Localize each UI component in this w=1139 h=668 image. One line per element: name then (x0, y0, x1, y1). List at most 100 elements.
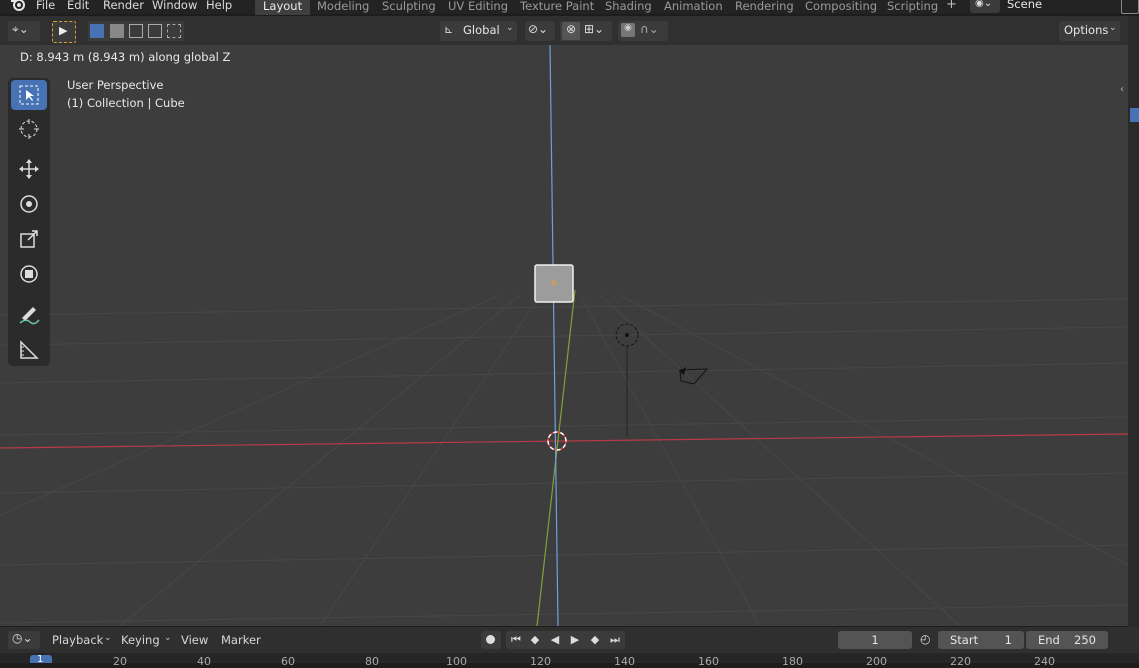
chevron-down-icon: ⌄ (164, 633, 172, 643)
sidebar-toggle-icon[interactable]: ‹ (1120, 84, 1124, 95)
ruler-tick: 220 (950, 655, 971, 668)
floor-grid (0, 294, 1128, 626)
play-icon[interactable]: ▶ (567, 632, 583, 648)
chevron-down-icon: ⌄ (506, 23, 514, 33)
cursor-icon (19, 119, 39, 139)
selection-mode-group (88, 21, 184, 41)
viewport-scene (0, 45, 1128, 626)
tab-layout[interactable]: Layout (255, 0, 311, 15)
jump-to-keyframe-prev-icon[interactable]: ◆ (527, 632, 543, 648)
marker-menu[interactable]: Marker (221, 633, 261, 647)
stopwatch-icon[interactable]: ◴ (920, 632, 930, 646)
select-intersect-icon[interactable] (167, 24, 181, 38)
tab-animation[interactable]: Animation (656, 0, 731, 15)
transform-icon (20, 265, 38, 283)
rotate-icon (20, 195, 38, 213)
menu-edit[interactable]: Edit (67, 0, 89, 13)
select-new-icon[interactable] (90, 24, 104, 38)
ruler-tick: 80 (365, 655, 379, 668)
tab-texture-paint[interactable]: Texture Paint (512, 0, 602, 15)
proportional-edit-icon[interactable]: ◉ (621, 23, 635, 37)
playhead-frame: 1 (37, 654, 44, 665)
menu-file[interactable]: File (36, 0, 55, 13)
scene-selector-button[interactable]: ◉⌄ (970, 0, 1000, 13)
scale-icon (20, 230, 38, 248)
properties-tab-active[interactable] (1130, 108, 1139, 122)
play-reverse-icon[interactable]: ◀ (547, 632, 563, 648)
tab-modeling[interactable]: Modeling (309, 0, 377, 15)
keying-menu[interactable]: Keying (121, 633, 160, 647)
tool-annotate[interactable] (11, 300, 47, 330)
tab-sculpting[interactable]: Sculpting (374, 0, 444, 15)
tab-rendering[interactable]: Rendering (727, 0, 802, 15)
snap-toggle-icon[interactable]: ⊗ (562, 22, 580, 40)
jump-to-end-icon[interactable]: ⏭ (607, 632, 623, 648)
scene-icon: ◉⌄ (975, 0, 993, 9)
timeline-editor-type-button[interactable]: ◷⌄ (8, 631, 40, 649)
ruler-tick: 180 (782, 655, 803, 668)
menu-help[interactable]: Help (206, 0, 232, 13)
transform-orientation-dropdown[interactable]: ⊾ Global ⌄ (440, 21, 517, 41)
tool-move[interactable] (11, 154, 47, 184)
select-extend-icon[interactable] (110, 24, 124, 38)
orientation-icon: ⊾ (444, 23, 454, 36)
tab-shading[interactable]: Shading (597, 0, 660, 15)
tab-scripting[interactable]: Scripting (879, 0, 946, 15)
view-menu[interactable]: View (181, 633, 208, 647)
measure-ruler-icon (20, 340, 39, 359)
auto-keying-button[interactable] (481, 631, 501, 649)
jump-to-keyframe-next-icon[interactable]: ◆ (587, 632, 603, 648)
jump-to-start-icon[interactable]: ⏮ (508, 632, 524, 648)
3d-viewport[interactable] (0, 45, 1128, 626)
ruler-tick: 240 (1034, 655, 1055, 668)
falloff-curve-icon[interactable]: ∩⌄ (640, 22, 659, 36)
ruler-tick: 120 (530, 655, 551, 668)
current-frame-field[interactable]: 1 (838, 631, 912, 649)
options-label: Options (1064, 23, 1109, 37)
collection-label: (1) Collection | Cube (67, 96, 185, 110)
end-value: 250 (1074, 633, 1096, 647)
tool-transform[interactable] (11, 259, 47, 289)
start-value: 1 (1004, 633, 1012, 647)
editor-type-icon: ⌖⌄ (12, 22, 29, 36)
playhead[interactable]: 1 (30, 654, 52, 665)
tool-cursor[interactable] (11, 114, 47, 144)
options-dropdown[interactable]: Options ⌄ (1059, 21, 1120, 41)
annotate-pencil-icon (19, 307, 40, 325)
tool-rotate[interactable] (11, 189, 47, 219)
perspective-label: User Perspective (67, 78, 164, 92)
move-icon (19, 159, 39, 179)
select-box-icon (19, 85, 39, 105)
snap-target-icon[interactable]: ⊞⌄ (584, 22, 604, 36)
start-label: Start (950, 633, 979, 647)
scene-name-field[interactable]: Scene (1002, 0, 1117, 13)
tool-select-box[interactable] (11, 80, 47, 110)
top-menu-bar: File Edit Render Window Help Layout Mode… (0, 0, 1139, 15)
end-frame-field[interactable]: End 250 (1026, 631, 1108, 649)
tool-measure[interactable] (11, 335, 47, 365)
tool-scale[interactable] (11, 224, 47, 254)
tab-uv-editing[interactable]: UV Editing (440, 0, 516, 15)
ruler-tick: 40 (197, 655, 211, 668)
chevron-down-icon: ⌄ (104, 633, 112, 643)
ruler-tick: 140 (614, 655, 635, 668)
tab-compositing[interactable]: Compositing (797, 0, 885, 15)
pivot-point-dropdown[interactable]: ⊘⌄ (525, 21, 555, 41)
proportional-edit-group: ◉ ∩⌄ (618, 21, 668, 41)
select-invert-icon[interactable] (148, 24, 162, 38)
transform-status-text: D: 8.943 m (8.943 m) along global Z (20, 50, 231, 64)
ruler-tick: 60 (281, 655, 295, 668)
menu-render[interactable]: Render (103, 0, 144, 13)
record-icon (486, 635, 495, 644)
scene-name: Scene (1007, 0, 1043, 11)
start-frame-field[interactable]: Start 1 (938, 631, 1024, 649)
playback-menu[interactable]: Playback (52, 633, 103, 647)
add-workspace-button[interactable]: + (946, 0, 957, 12)
blender-logo-icon[interactable] (10, 0, 26, 12)
editor-type-button[interactable]: ⌖⌄ (8, 21, 40, 41)
select-subtract-icon[interactable] (129, 24, 143, 38)
chevron-down-icon: ⌄ (1109, 23, 1117, 33)
new-scene-icon[interactable] (1121, 0, 1139, 14)
menu-window[interactable]: Window (152, 0, 197, 13)
select-mode-button[interactable]: ▶ (52, 21, 76, 43)
